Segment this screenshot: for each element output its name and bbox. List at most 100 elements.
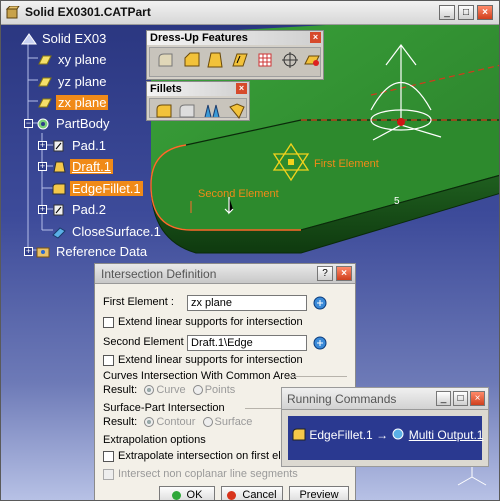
tree-item-reference-data[interactable]: Reference Data [35, 243, 149, 261]
edge-fillet-tool-icon[interactable] [154, 101, 174, 121]
tree-item-pad1[interactable]: Pad.1 [51, 137, 108, 155]
close-toolbar-button[interactable]: × [310, 32, 321, 43]
tree-item-label: Reference Data [56, 244, 148, 260]
first-element-field[interactable]: zx plane [187, 295, 307, 311]
toolbar-body [149, 47, 321, 77]
close-button[interactable]: × [470, 391, 485, 406]
variable-fillet-tool-icon[interactable] [177, 101, 197, 121]
tree-item-yz-plane[interactable]: yz plane [37, 73, 108, 91]
dialog-title: Intersection Definition [101, 267, 217, 281]
expand-draft1-icon[interactable]: + [38, 162, 47, 171]
command-separator: → [376, 427, 389, 442]
pad-icon [53, 140, 64, 152]
close-toolbar-button[interactable]: × [236, 83, 247, 94]
extrapolation-group-label: Extrapolation options [103, 434, 206, 446]
expand-reference-icon[interactable]: + [24, 247, 33, 256]
tree-item-draft1[interactable]: Draft.1 [51, 158, 114, 176]
face-fillet-tool-icon[interactable] [202, 101, 222, 121]
help-button[interactable]: ? [317, 266, 333, 281]
ok-button[interactable]: OK [159, 486, 215, 501]
running-commands-panel[interactable]: Running Commands _ □ × EdgeFillet.1 → Mu… [281, 387, 489, 467]
tree-item-label: zx plane [56, 95, 109, 111]
checkbox[interactable] [103, 450, 114, 462]
draft-tool-icon[interactable] [205, 50, 225, 70]
tree-root-label: Solid EX03 [42, 31, 107, 47]
plane-icon [38, 55, 52, 65]
thickness-tool-icon[interactable] [255, 50, 275, 70]
close-button[interactable]: × [477, 5, 493, 20]
pad-icon [53, 204, 64, 216]
tree-item-label: xy plane [58, 52, 107, 68]
chamfer-tool-icon[interactable] [182, 50, 202, 70]
dressup-title: Dress-Up Features [150, 32, 248, 44]
curves-result-row: Result: Curve Points [103, 384, 235, 396]
checkbox [103, 468, 114, 480]
dialog-titlebar[interactable]: Intersection Definition ? × [95, 264, 355, 284]
collapse-partbody-icon[interactable]: − [24, 119, 33, 128]
window-titlebar[interactable]: Solid EX0301.CATPart _ □ × [1, 1, 499, 25]
cancel-button[interactable]: Cancel [221, 486, 283, 501]
minimize-button[interactable]: _ [439, 5, 455, 20]
edge-fillet-icon [292, 428, 306, 441]
second-element-picker-icon[interactable] [311, 335, 329, 351]
expand-pad1-icon[interactable]: + [38, 141, 47, 150]
toolbar-body [149, 98, 247, 121]
maximize-button[interactable]: □ [453, 391, 468, 406]
gear-icon [37, 118, 49, 130]
tree-root[interactable]: Solid EX03 [21, 30, 108, 48]
extend-first-checkbox[interactable]: Extend linear supports for intersection [103, 316, 303, 328]
extrapolate-first-checkbox[interactable]: Extrapolate intersection on first elemen… [103, 450, 311, 462]
dressup-toolbar[interactable]: Dress-Up Features × [146, 30, 324, 80]
fillets-toolbar[interactable]: Fillets × [146, 81, 250, 121]
checkbox[interactable] [103, 354, 114, 366]
tree-item-partbody[interactable]: PartBody [35, 115, 111, 133]
second-element-label: Second Element [198, 188, 279, 200]
running-commands-titlebar[interactable]: Running Commands _ □ × [282, 388, 488, 410]
expand-pad2-icon[interactable]: + [38, 205, 47, 214]
close-surface-icon [52, 226, 66, 239]
part-root-icon [21, 32, 37, 45]
first-element-label: First Element [314, 158, 379, 170]
toolbar-title[interactable]: Dress-Up Features × [147, 31, 323, 45]
command-chain[interactable]: EdgeFillet.1 → Multi Output.1 [292, 427, 483, 442]
3d-viewport[interactable]: First Element Second Element 5 Solid EX0… [1, 25, 499, 501]
running-commands-title: Running Commands [287, 392, 397, 406]
surface-label: Surface [214, 416, 253, 428]
toolbar-title[interactable]: Fillets × [147, 82, 249, 96]
thread-tool-icon[interactable] [280, 50, 300, 70]
tritangent-fillet-tool-icon[interactable] [227, 101, 247, 121]
maximize-button[interactable]: □ [458, 5, 474, 20]
ok-label: OK [186, 489, 203, 501]
tree-item-zx-plane[interactable]: zx plane [37, 94, 109, 112]
plane-icon [38, 98, 52, 108]
surface-radio [202, 417, 213, 428]
remove-face-tool-icon[interactable] [302, 50, 322, 70]
tree-item-edgefillet1[interactable]: EdgeFillet.1 [51, 180, 143, 198]
result-label: Result: [103, 384, 138, 396]
window-title: Solid EX0301.CATPart [25, 5, 151, 19]
part-icon [6, 6, 20, 19]
surface-result-row: Result: Contour Surface [103, 416, 252, 428]
checkbox[interactable] [103, 316, 114, 328]
minimize-button[interactable]: _ [436, 391, 451, 406]
first-element-picker-icon[interactable] [311, 295, 329, 311]
intersect-noncoplanar-checkbox: Intersect non coplanar line segments [103, 468, 298, 480]
tree-item-label: Draft.1 [70, 159, 114, 175]
plane-icon [38, 77, 52, 87]
second-element-field[interactable]: Draft.1\Edge [187, 335, 307, 351]
tree-item-xy-plane[interactable]: xy plane [37, 51, 108, 69]
tree-item-label: EdgeFillet.1 [70, 181, 143, 197]
preview-button[interactable]: Preview [289, 486, 349, 500]
shell-tool-icon[interactable] [230, 50, 250, 70]
extend-second-checkbox[interactable]: Extend linear supports for intersection [103, 354, 303, 366]
curve-label: Curve [156, 384, 186, 396]
command-edgefillet[interactable]: EdgeFillet.1 [309, 428, 372, 442]
fillet-tool-icon[interactable] [156, 50, 176, 70]
cancel-label: Cancel [242, 489, 277, 501]
specification-tree[interactable]: Solid EX03 xy plane yz plane zx plane − … [1, 25, 161, 265]
tree-item-pad2[interactable]: Pad.2 [51, 201, 108, 219]
command-multi-output[interactable]: Multi Output.1 [409, 428, 484, 442]
tree-item-closesurface1[interactable]: CloseSurface.1 [51, 223, 163, 241]
running-commands-list[interactable]: EdgeFillet.1 → Multi Output.1 [288, 416, 483, 460]
dialog-close-button[interactable]: × [336, 266, 352, 281]
